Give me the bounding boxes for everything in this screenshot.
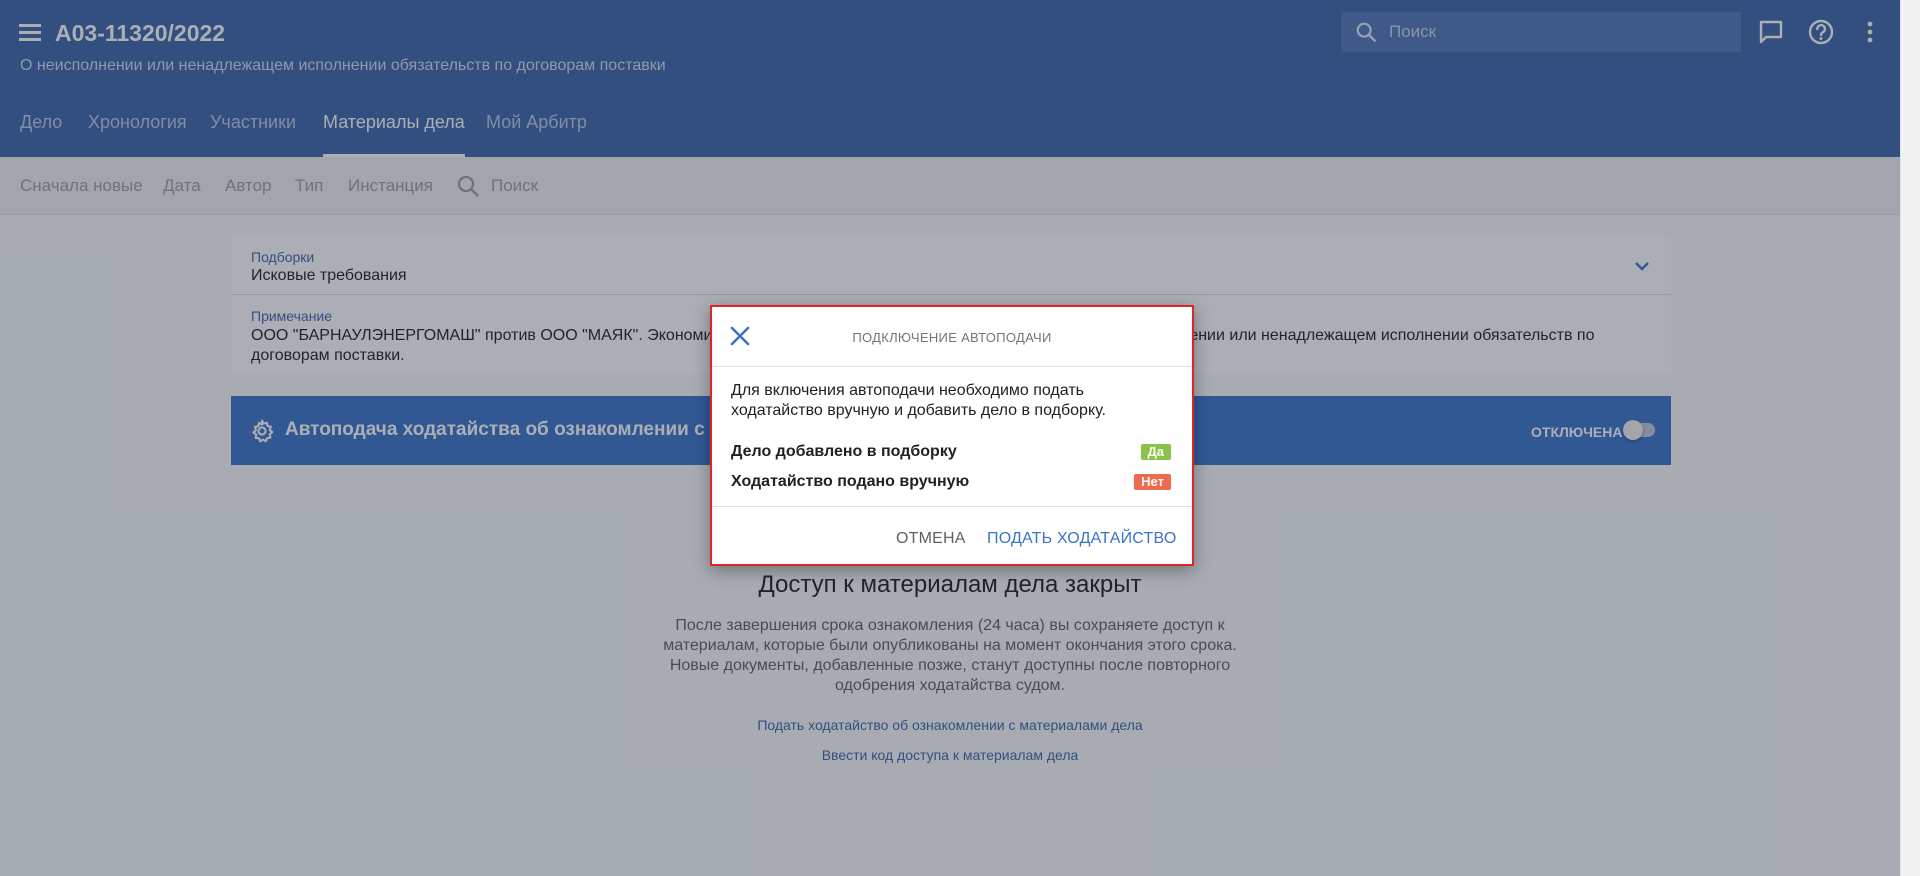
dialog-row-label: Дело добавлено в подборку (731, 443, 957, 460)
app-window: А03-11320/2022 О неисполнении или ненадл… (0, 0, 1900, 876)
dialog-row-collection: Дело добавлено в подборку Да (731, 441, 1171, 463)
submit-petition-button[interactable]: ПОДАТЬ ХОДАТАЙСТВО (987, 530, 1176, 548)
scrollbar[interactable] (1900, 0, 1920, 876)
cancel-button[interactable]: ОТМЕНА (896, 530, 966, 548)
close-icon[interactable] (730, 326, 750, 346)
dialog-title: ПОДКЛЮЧЕНИЕ АВТОПОДАЧИ (852, 330, 1052, 345)
status-badge: Нет (1134, 474, 1171, 490)
dialog-text: Для включения автоподачи необходимо пода… (731, 382, 1106, 419)
dialog-row-label: Ходатайство подано вручную (731, 473, 970, 490)
auto-submit-dialog: ПОДКЛЮЧЕНИЕ АВТОПОДАЧИ Для включения авт… (710, 305, 1194, 566)
dialog-divider (712, 506, 1192, 507)
dialog-header: ПОДКЛЮЧЕНИЕ АВТОПОДАЧИ (712, 307, 1192, 367)
status-badge: Да (1140, 444, 1171, 460)
dialog-row-petition: Ходатайство подано вручную Нет (731, 471, 1171, 493)
